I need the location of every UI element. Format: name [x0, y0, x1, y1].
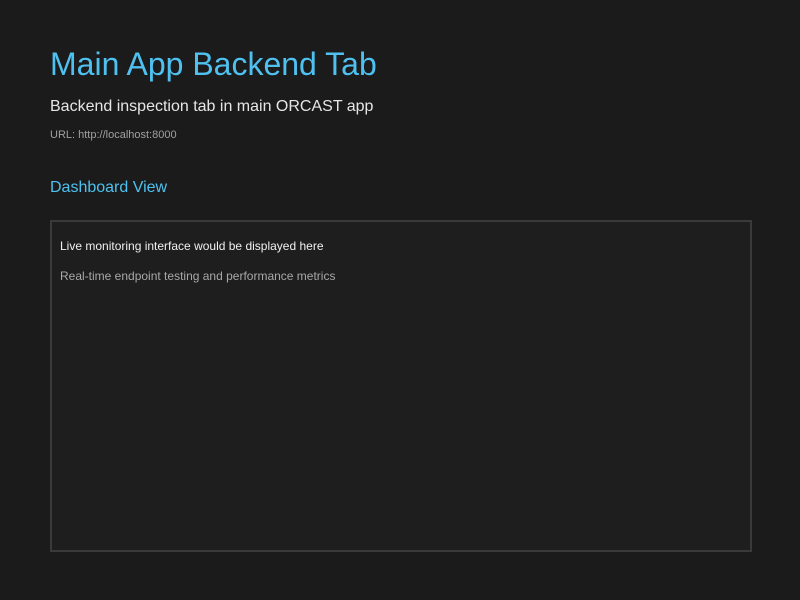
dashboard-view-heading: Dashboard View [50, 179, 168, 196]
backend-url-text: URL: http://localhost:8000 [50, 129, 177, 141]
page-subtitle: Backend inspection tab in main ORCAST ap… [50, 98, 374, 115]
backend-tab-page: Main App Backend Tab Backend inspection … [0, 0, 800, 600]
dashboard-panel-primary-text: Live monitoring interface would be displ… [60, 239, 324, 253]
page-title: Main App Backend Tab [50, 46, 377, 82]
dashboard-panel: Live monitoring interface would be displ… [50, 220, 752, 552]
dashboard-panel-secondary-text: Real-time endpoint testing and performan… [60, 269, 336, 283]
